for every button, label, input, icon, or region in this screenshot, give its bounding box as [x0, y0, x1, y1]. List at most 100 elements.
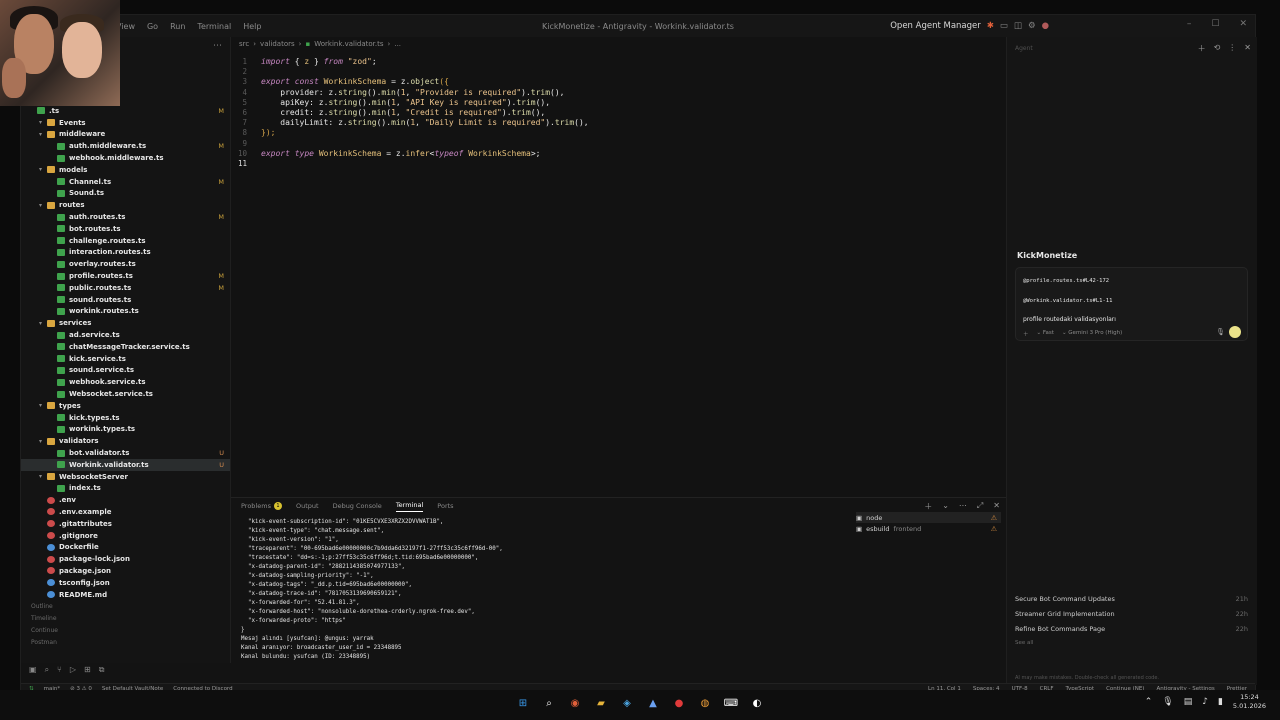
music-app-icon[interactable]: ◐: [749, 695, 765, 711]
tree-file[interactable]: Channel.ts M: [21, 176, 230, 188]
browser-icon[interactable]: ◉: [567, 695, 583, 711]
recording-app-icon[interactable]: ●: [671, 695, 687, 711]
new-terminal-icon[interactable]: ＋: [924, 501, 932, 512]
tree-file[interactable]: Workink.validator.ts U: [21, 458, 230, 471]
tree-file[interactable]: .env.example: [21, 506, 230, 518]
tab-problems[interactable]: Problems 1: [241, 502, 282, 510]
tree-file[interactable]: .gitignore: [21, 530, 230, 542]
add-context-icon[interactable]: ＋: [1023, 330, 1029, 338]
tree-file[interactable]: chatMessageTracker.service.ts: [21, 341, 230, 353]
tray-chevron-up-icon[interactable]: ⌃: [1145, 697, 1153, 707]
store-icon[interactable]: ◈: [619, 695, 635, 711]
more-actions-icon[interactable]: ⋯: [213, 41, 222, 51]
search-icon[interactable]: ⌕: [45, 665, 49, 675]
menu-help[interactable]: Help: [243, 22, 261, 31]
tree-file[interactable]: webhook.middleware.ts: [21, 152, 230, 164]
chevron-down-icon[interactable]: ⌄: [942, 501, 949, 512]
tree-file[interactable]: package-lock.json: [21, 553, 230, 565]
conversation-title[interactable]: Secure Bot Command Updates: [1015, 595, 1115, 610]
context-ref[interactable]: @profile.routes.ts#L42-172: [1023, 278, 1109, 284]
see-all-link[interactable]: See all: [1015, 640, 1248, 646]
tree-file[interactable]: README.md: [21, 589, 230, 601]
more-actions-icon[interactable]: ⋮: [1228, 43, 1236, 54]
tab-terminal[interactable]: Terminal: [395, 501, 424, 512]
network-icon[interactable]: ▤: [1184, 697, 1193, 707]
settings-gear-icon[interactable]: ⚙: [1028, 21, 1036, 31]
microphone-icon[interactable]: 🎙: [1162, 697, 1173, 707]
agent-input-card[interactable]: @profile.routes.ts#L42-172 @Workink.vali…: [1015, 267, 1248, 341]
mode-label[interactable]: Fast: [1043, 330, 1054, 336]
minimize-icon[interactable]: –: [1187, 19, 1192, 29]
model-select[interactable]: ⌄ Gemini 3 Pro (High): [1062, 330, 1122, 338]
history-icon[interactable]: ⟲: [1214, 43, 1221, 54]
context-ref[interactable]: @Workink.validator.ts#L1-11: [1023, 298, 1112, 304]
microphone-icon[interactable]: 🎙: [1216, 328, 1225, 336]
tree-folder[interactable]: ▾ services: [21, 317, 230, 329]
debug-icon[interactable]: ▷: [70, 665, 76, 675]
chrome-icon[interactable]: ◍: [697, 695, 713, 711]
tree-file[interactable]: package.json: [21, 565, 230, 577]
tree-file[interactable]: tsconfig.json: [21, 577, 230, 589]
tree-file[interactable]: Dockerfile: [21, 541, 230, 553]
more-actions-icon[interactable]: ⋯: [959, 501, 967, 512]
terminal-item-esbuild[interactable]: ▣ esbuild frontend ⚠: [856, 523, 1001, 534]
model-label[interactable]: Gemini 3 Pro (High): [1068, 330, 1122, 336]
open-agent-manager[interactable]: Open Agent Manager ✱ ▭ ◫ ⚙ ●: [890, 15, 1049, 37]
conversation-item[interactable]: Secure Bot Command Updates 21h: [1015, 595, 1248, 610]
tree-file[interactable]: bot.validator.ts U: [21, 447, 230, 459]
start-menu-icon[interactable]: ⊞: [515, 695, 531, 711]
breadcrumb-more[interactable]: ...: [394, 40, 401, 48]
section-postman[interactable]: Postman: [31, 639, 57, 646]
tree-file[interactable]: .env: [21, 494, 230, 506]
section-timeline[interactable]: Timeline: [31, 615, 57, 622]
mode-select[interactable]: ⌄ Fast: [1037, 330, 1054, 338]
tab-problems-label[interactable]: Problems: [241, 502, 271, 510]
tree-file[interactable]: index.ts: [21, 483, 230, 495]
breadcrumb-src[interactable]: src: [239, 40, 249, 48]
tree-file[interactable]: Websocket.service.ts: [21, 388, 230, 400]
send-button[interactable]: [1229, 326, 1241, 338]
section-outline[interactable]: Outline: [31, 603, 53, 610]
layout-icon[interactable]: ▭: [1000, 21, 1008, 31]
maximize-panel-icon[interactable]: ⤢: [977, 501, 983, 512]
tree-file[interactable]: workink.types.ts: [21, 424, 230, 436]
tree-file[interactable]: public.routes.ts M: [21, 282, 230, 294]
tree-folder[interactable]: ▾ models: [21, 164, 230, 176]
section-continue[interactable]: Continue: [31, 627, 58, 634]
tab-output[interactable]: Output: [296, 502, 319, 510]
code-area[interactable]: 1 import { z } from "zod"; 2 3 export cons…: [231, 51, 1006, 169]
breadcrumb-validators[interactable]: validators: [260, 40, 295, 48]
new-chat-icon[interactable]: ＋: [1198, 43, 1206, 54]
agent-star-icon[interactable]: ✱: [987, 21, 994, 31]
tree-folder[interactable]: ▾ types: [21, 400, 230, 412]
tree-file[interactable]: sound.service.ts: [21, 365, 230, 377]
remote-icon[interactable]: ⧉: [99, 665, 105, 675]
tree-folder[interactable]: ▾ WebsocketServer: [21, 471, 230, 483]
extensions-icon[interactable]: ⊞: [84, 665, 91, 675]
tree-file[interactable]: .ts M: [21, 105, 230, 117]
terminal-item-node[interactable]: ▣ node ⚠: [856, 512, 1001, 523]
tree-file[interactable]: profile.routes.ts M: [21, 270, 230, 282]
tree-file[interactable]: kick.types.ts: [21, 412, 230, 424]
code-editor[interactable]: src › validators › ▪ Workink.validator.t…: [231, 37, 1006, 497]
menu-run[interactable]: Run: [170, 22, 185, 31]
tree-file[interactable]: workink.routes.ts: [21, 306, 230, 318]
tree-file[interactable]: interaction.routes.ts: [21, 247, 230, 259]
battery-icon[interactable]: ▮: [1218, 697, 1223, 707]
breadcrumb-file[interactable]: Workink.validator.ts: [314, 40, 383, 48]
menu-go[interactable]: Go: [147, 22, 158, 31]
tree-file[interactable]: sound.routes.ts: [21, 294, 230, 306]
tree-folder[interactable]: ▾ Events: [21, 117, 230, 129]
tree-folder[interactable]: ▾ middleware: [21, 129, 230, 141]
tab-debug-console[interactable]: Debug Console: [333, 502, 382, 510]
tree-file[interactable]: bot.routes.ts: [21, 223, 230, 235]
conversation-title[interactable]: Refine Bot Commands Page: [1015, 625, 1105, 640]
conversation-title[interactable]: Streamer Grid Implementation: [1015, 610, 1115, 625]
maximize-icon[interactable]: ☐: [1211, 19, 1219, 29]
account-icon[interactable]: ●: [1042, 21, 1049, 31]
tree-file[interactable]: ad.service.ts: [21, 329, 230, 341]
close-panel-icon[interactable]: ✕: [993, 501, 1000, 512]
close-icon[interactable]: ✕: [1244, 43, 1251, 54]
tree-file[interactable]: auth.routes.ts M: [21, 211, 230, 223]
terminal-app-icon[interactable]: ⌨: [723, 695, 739, 711]
